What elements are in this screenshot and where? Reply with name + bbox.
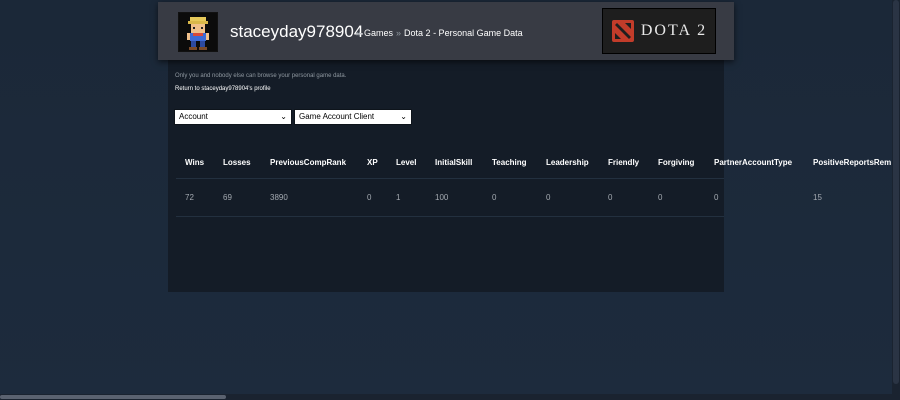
horizontal-scrollbar[interactable]: [0, 394, 892, 400]
account-select[interactable]: Account ⌄: [174, 109, 292, 125]
table-cell: 100: [435, 193, 449, 202]
table-cell: 3890: [270, 193, 288, 202]
username[interactable]: staceyday978904: [230, 22, 363, 42]
game-logo[interactable]: DOTA 2: [602, 8, 716, 54]
table-cell: 0: [492, 193, 497, 202]
table-cell: 72: [185, 193, 194, 202]
breadcrumb-games-link[interactable]: Games: [364, 28, 393, 38]
chevron-down-icon: ⌄: [280, 112, 287, 121]
column-header: InitialSkill: [435, 158, 473, 167]
breadcrumb-separator: »: [356, 28, 362, 38]
column-header: PositiveReportsRem: [813, 158, 892, 167]
table-cell: 0: [658, 193, 663, 202]
vertical-scrollbar-thumb[interactable]: [893, 0, 899, 384]
column-header: XP: [367, 158, 378, 167]
profile-header: staceyday978904 » Games» Dota 2 - Personal…: [158, 2, 734, 60]
table-cell: 0: [546, 193, 551, 202]
table-cell: 0: [367, 193, 372, 202]
horizontal-scrollbar-thumb[interactable]: [0, 395, 226, 399]
table-row-divider: [176, 216, 724, 217]
breadcrumb: » Games» Dota 2 - Personal Game Data: [353, 28, 523, 38]
client-select-value: Game Account Client: [299, 112, 375, 121]
table-cell: 1: [396, 193, 401, 202]
column-header: Teaching: [492, 158, 527, 167]
table-cell: 15: [813, 193, 822, 202]
client-select[interactable]: Game Account Client ⌄: [294, 109, 412, 125]
column-header: Wins: [185, 158, 205, 167]
dota-logo-icon: [611, 20, 634, 42]
table-row-divider: [176, 178, 724, 179]
column-header: PreviousCompRank: [270, 158, 347, 167]
avatar-pixel-art: [179, 13, 217, 51]
privacy-notice: Only you and nobody else can browse your…: [175, 73, 347, 79]
column-header: Friendly: [608, 158, 640, 167]
column-header: Losses: [223, 158, 251, 167]
breadcrumb-separator: »: [396, 28, 402, 38]
return-to-profile-link[interactable]: Return to staceyday978904's profile: [175, 86, 271, 92]
chevron-down-icon: ⌄: [400, 112, 407, 121]
table-cell: 0: [714, 193, 719, 202]
account-select-value: Account: [179, 112, 208, 121]
table-cell: 0: [608, 193, 613, 202]
logo-text: DOTA 2: [640, 22, 708, 39]
avatar[interactable]: [178, 12, 218, 52]
table-cell: 69: [223, 193, 232, 202]
vertical-scrollbar[interactable]: [892, 0, 900, 400]
column-header: PartnerAccountType: [714, 158, 793, 167]
column-header: Level: [396, 158, 417, 167]
column-header: Forgiving: [658, 158, 695, 167]
column-header: Leadership: [546, 158, 589, 167]
breadcrumb-current-page[interactable]: Dota 2 - Personal Game Data: [404, 28, 523, 38]
